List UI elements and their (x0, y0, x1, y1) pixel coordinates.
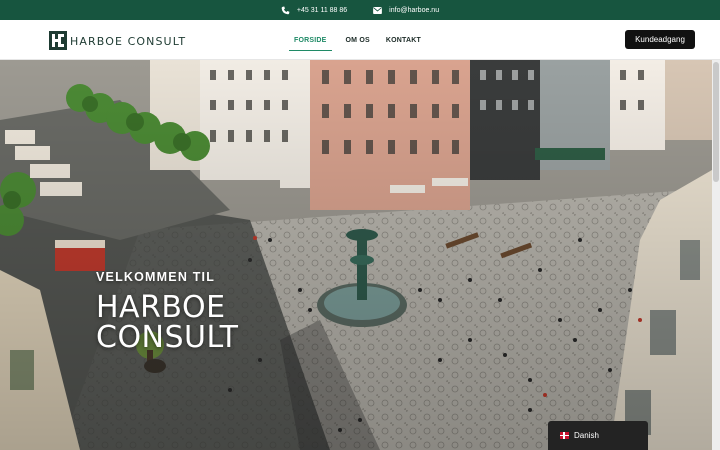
hero-title: HARBOE CONSULT (96, 290, 239, 355)
nav-om-os[interactable]: OM OS (338, 20, 378, 60)
top-contact-bar: +45 31 11 88 86 info@harboe.nu (0, 0, 720, 20)
main-navigation: FORSIDE OM OS KONTAKT (283, 20, 429, 60)
phone-icon (281, 6, 290, 14)
language-switcher[interactable]: Danish (548, 421, 648, 450)
scrollbar-thumb[interactable] (713, 62, 719, 182)
city-square-photo (0, 60, 712, 450)
email-contact[interactable]: info@harboe.nu (373, 6, 440, 14)
logo-mark-icon (49, 30, 67, 50)
envelope-icon (373, 6, 383, 14)
hero-text: VELKOMMEN TIL HARBOE CONSULT (96, 270, 296, 353)
logo-text: HARBOE CONSULT (70, 35, 187, 48)
phone-number: +45 31 11 88 86 (296, 6, 348, 14)
site-header: HARBOE CONSULT FORSIDE OM OS KONTAKT (0, 20, 720, 60)
nav-forside[interactable]: FORSIDE (283, 20, 338, 60)
email-address: info@harboe.nu (389, 6, 440, 14)
kundeadgang-button[interactable]: Kundeadgang (625, 30, 695, 49)
nav-kontakt[interactable]: KONTAKT (378, 20, 429, 60)
harboe-logo[interactable]: HARBOE CONSULT (49, 30, 186, 50)
language-label: Danish (574, 431, 599, 440)
danish-flag-icon (560, 432, 569, 439)
hero-subtitle: VELKOMMEN TIL (96, 270, 216, 284)
hero-section (0, 60, 712, 450)
phone-contact[interactable]: +45 31 11 88 86 (281, 6, 347, 15)
